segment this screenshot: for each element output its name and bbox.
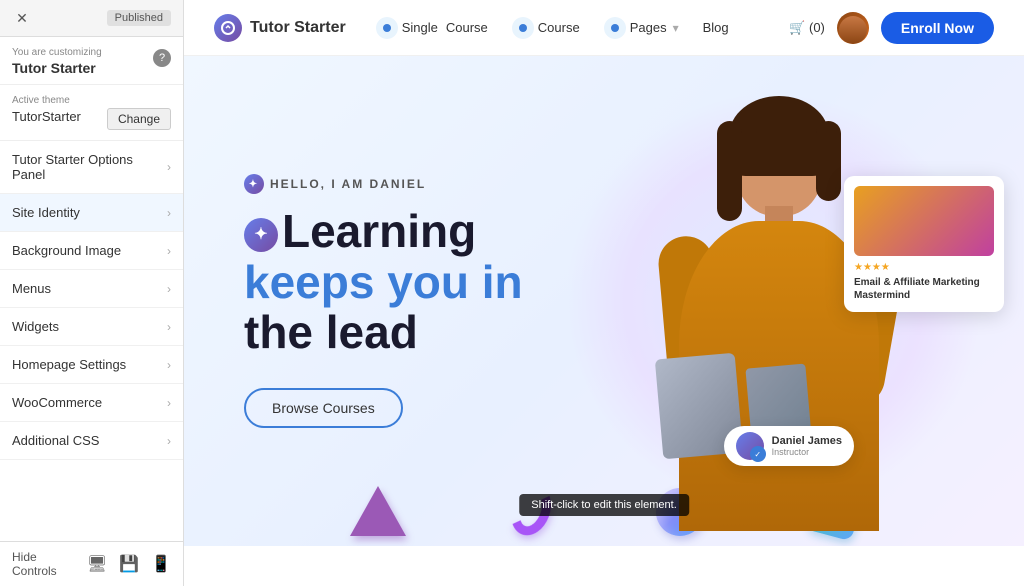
active-theme-section: Active theme TutorStarter Change	[0, 85, 183, 141]
course-stars: ★★★★	[854, 262, 994, 273]
enroll-now-button[interactable]: Enroll Now	[881, 12, 994, 44]
mobile-icon[interactable]: 📱	[151, 554, 171, 574]
hide-controls-label[interactable]: Hide Controls	[12, 550, 75, 578]
hero-content: ✦ HELLO, I AM DANIEL ✦Learning keeps you…	[184, 134, 583, 468]
nav-link-blog[interactable]: Blog	[703, 20, 729, 35]
customizer-panel: ✕ Published You are customizing Tutor St…	[0, 0, 184, 586]
active-theme-name: TutorStarter	[12, 109, 81, 124]
chevron-right-icon: ›	[167, 160, 171, 174]
menu-item-label: Widgets	[12, 319, 59, 334]
triangle-shape	[350, 486, 406, 536]
menu-item-label: Menus	[12, 281, 51, 296]
user-avatar[interactable]	[837, 12, 869, 44]
tablet-icon[interactable]: 💾	[119, 554, 139, 574]
menu-item-homepage-settings[interactable]: Homepage Settings ›	[0, 346, 183, 384]
customizing-label: You are customizing	[12, 47, 102, 58]
chevron-right-icon: ›	[167, 434, 171, 448]
panel-footer: Hide Controls 🖥 💾 📱	[0, 541, 183, 586]
hello-text: HELLO, I AM DANIEL	[270, 177, 426, 191]
site-logo: Tutor Starter	[214, 14, 346, 42]
menu-item-site-identity[interactable]: Site Identity ›	[0, 194, 183, 232]
single-course-icon	[376, 17, 398, 39]
preview-area: Tutor Starter Single Course Course	[184, 0, 1024, 586]
nav-links: Single Course Course Pages ▾ Blog	[376, 17, 789, 39]
course-card: ★★★★ Email & Affiliate Marketing Masterm…	[844, 176, 1004, 312]
menu-item-label: Tutor Starter Options Panel	[12, 152, 167, 182]
menu-item-additional-css[interactable]: Additional CSS ›	[0, 422, 183, 460]
shift-click-tooltip: Shift-click to edit this element.	[519, 494, 689, 516]
chevron-right-icon: ›	[167, 206, 171, 220]
course-card-title: Email & Affiliate Marketing Mastermind	[854, 276, 994, 302]
customizing-theme-name: Tutor Starter	[12, 60, 102, 76]
hero-title-icon: ✦	[244, 218, 278, 252]
pages-dropdown-icon: ▾	[673, 21, 679, 35]
menu-item-background-image[interactable]: Background Image ›	[0, 232, 183, 270]
nav-link-pages[interactable]: Pages ▾	[604, 17, 679, 39]
hero-title-line3: the lead	[244, 306, 418, 358]
logo-icon	[214, 14, 242, 42]
nav-actions: 🛒 (0) Enroll Now	[789, 12, 994, 44]
nav-link-course[interactable]: Course	[512, 17, 580, 39]
site-navbar: Tutor Starter Single Course Course	[184, 0, 1024, 56]
hello-tag: ✦ HELLO, I AM DANIEL	[244, 174, 523, 194]
menu-item-label: Homepage Settings	[12, 357, 126, 372]
browse-courses-button[interactable]: Browse Courses	[244, 388, 403, 428]
chevron-right-icon: ›	[167, 244, 171, 258]
panel-header: ✕ Published	[0, 0, 183, 37]
menu-item-label: Site Identity	[12, 205, 80, 220]
instructor-badge-icon: ✓	[750, 446, 766, 462]
close-icon[interactable]: ✕	[12, 8, 32, 28]
logo-text: Tutor Starter	[250, 19, 346, 37]
menu-item-widgets[interactable]: Widgets ›	[0, 308, 183, 346]
help-icon[interactable]: ?	[153, 49, 171, 67]
hero-title: ✦Learning keeps you in the lead	[244, 206, 523, 358]
menu-item-woocommerce[interactable]: WooCommerce ›	[0, 384, 183, 422]
menu-item-label: WooCommerce	[12, 395, 102, 410]
pages-icon	[604, 17, 626, 39]
menu-item-tutor-starter-options[interactable]: Tutor Starter Options Panel ›	[0, 141, 183, 194]
active-theme-label: Active theme	[12, 95, 171, 106]
customizing-info: You are customizing Tutor Starter ?	[0, 37, 183, 85]
chevron-right-icon: ›	[167, 358, 171, 372]
menu-item-label: Additional CSS	[12, 433, 99, 448]
nav-link-single-course[interactable]: Single Course	[376, 17, 488, 39]
course-card-image	[854, 186, 994, 256]
hello-icon: ✦	[244, 174, 264, 194]
menu-item-menus[interactable]: Menus ›	[0, 270, 183, 308]
chevron-right-icon: ›	[167, 320, 171, 334]
hero-title-highlight: keeps you in	[244, 256, 523, 308]
instructor-name: Daniel James	[772, 435, 842, 447]
instructor-card: ✓ Daniel James Instructor	[724, 426, 854, 466]
desktop-icon[interactable]: 🖥	[87, 554, 107, 574]
instructor-title: Instructor	[772, 447, 842, 457]
change-theme-button[interactable]: Change	[107, 108, 171, 130]
chevron-right-icon: ›	[167, 396, 171, 410]
published-badge: Published	[107, 10, 171, 26]
menu-item-label: Background Image	[12, 243, 121, 258]
customizer-menu: Tutor Starter Options Panel › Site Ident…	[0, 141, 183, 541]
instructor-info: Daniel James Instructor	[772, 435, 842, 457]
course-icon	[512, 17, 534, 39]
cart-icon[interactable]: 🛒 (0)	[789, 20, 825, 36]
hero-section: ✦ HELLO, I AM DANIEL ✦Learning keeps you…	[184, 56, 1024, 546]
chevron-right-icon: ›	[167, 282, 171, 296]
